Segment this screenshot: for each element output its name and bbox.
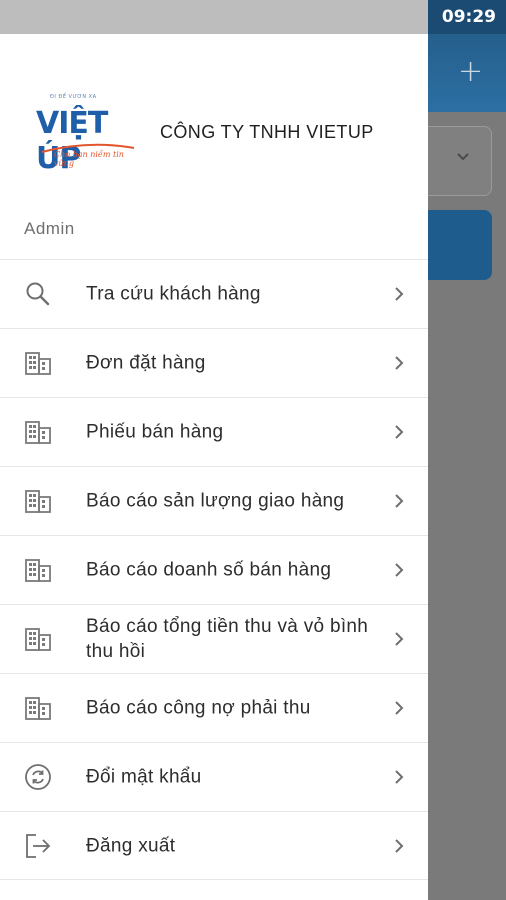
menu-item-sales-revenue-report[interactable]: Báo cáo doanh số bán hàng <box>0 535 428 604</box>
menu-item-receivables-report[interactable]: Báo cáo công nợ phải thu <box>0 673 428 742</box>
building-icon <box>25 697 51 720</box>
chevron-right-icon <box>395 701 404 715</box>
menu-item-label: Tra cứu khách hàng <box>86 283 261 305</box>
building-icon <box>25 421 51 444</box>
chevron-right-icon <box>395 356 404 370</box>
logo-slogan: Cho bạn niềm tin vững <box>54 150 124 168</box>
chevron-down-icon <box>456 150 470 166</box>
menu-item-label: Báo cáo doanh số bán hàng <box>86 559 332 581</box>
company-logo: ĐI ĐỂ VƯƠN XA VIỆT ÚP Cho bạn niềm tin v… <box>30 92 140 176</box>
menu-item-label: Đổi mật khẩu <box>86 766 202 788</box>
menu-item-logout[interactable]: Đăng xuất <box>0 811 428 880</box>
menu-item-collection-report[interactable]: Báo cáo tổng tiền thu và vỏ bình thu hồi <box>0 604 428 673</box>
menu-item-delivery-volume-report[interactable]: Báo cáo sản lượng giao hàng <box>0 466 428 535</box>
chevron-right-icon <box>395 632 404 646</box>
drawer-menu: Tra cứu khách hàng Đơn đặt hàng Phiếu bá… <box>0 259 428 880</box>
search-icon <box>26 282 50 306</box>
menu-item-customer-lookup[interactable]: Tra cứu khách hàng <box>0 259 428 328</box>
chevron-right-icon <box>395 770 404 784</box>
drawer-header: ĐI ĐỂ VƯƠN XA VIỆT ÚP Cho bạn niềm tin v… <box>0 34 428 259</box>
add-button[interactable]: + <box>458 54 483 90</box>
logo-tagline: ĐI ĐỂ VƯƠN XA <box>50 94 97 100</box>
company-name: CÔNG TY TNHH VIETUP <box>160 122 374 142</box>
logout-icon <box>26 833 51 858</box>
building-icon <box>25 490 51 513</box>
status-time: 09:29 <box>441 7 496 27</box>
chevron-right-icon <box>395 563 404 577</box>
building-icon <box>25 628 51 651</box>
menu-item-sales-invoices[interactable]: Phiếu bán hàng <box>0 397 428 466</box>
building-icon <box>25 352 51 375</box>
user-name: Admin <box>24 219 75 238</box>
building-icon <box>25 559 51 582</box>
sync-icon <box>25 764 51 790</box>
chevron-right-icon <box>395 425 404 439</box>
navigation-drawer: ĐI ĐỂ VƯƠN XA VIỆT ÚP Cho bạn niềm tin v… <box>0 34 428 900</box>
drawer-status-scrim <box>0 0 428 34</box>
menu-item-label: Phiếu bán hàng <box>86 421 224 443</box>
menu-item-label: Báo cáo tổng tiền thu và vỏ bình thu hồi <box>86 616 369 662</box>
menu-item-label: Đăng xuất <box>86 835 176 856</box>
menu-item-label: Báo cáo sản lượng giao hàng <box>86 490 345 512</box>
menu-item-label: Đơn đặt hàng <box>86 352 206 374</box>
chevron-right-icon <box>395 494 404 508</box>
menu-item-label: Báo cáo công nợ phải thu <box>86 697 311 719</box>
chevron-right-icon <box>395 287 404 301</box>
menu-item-change-password[interactable]: Đổi mật khẩu <box>0 742 428 811</box>
menu-item-purchase-orders[interactable]: Đơn đặt hàng <box>0 328 428 397</box>
chevron-right-icon <box>395 838 404 853</box>
